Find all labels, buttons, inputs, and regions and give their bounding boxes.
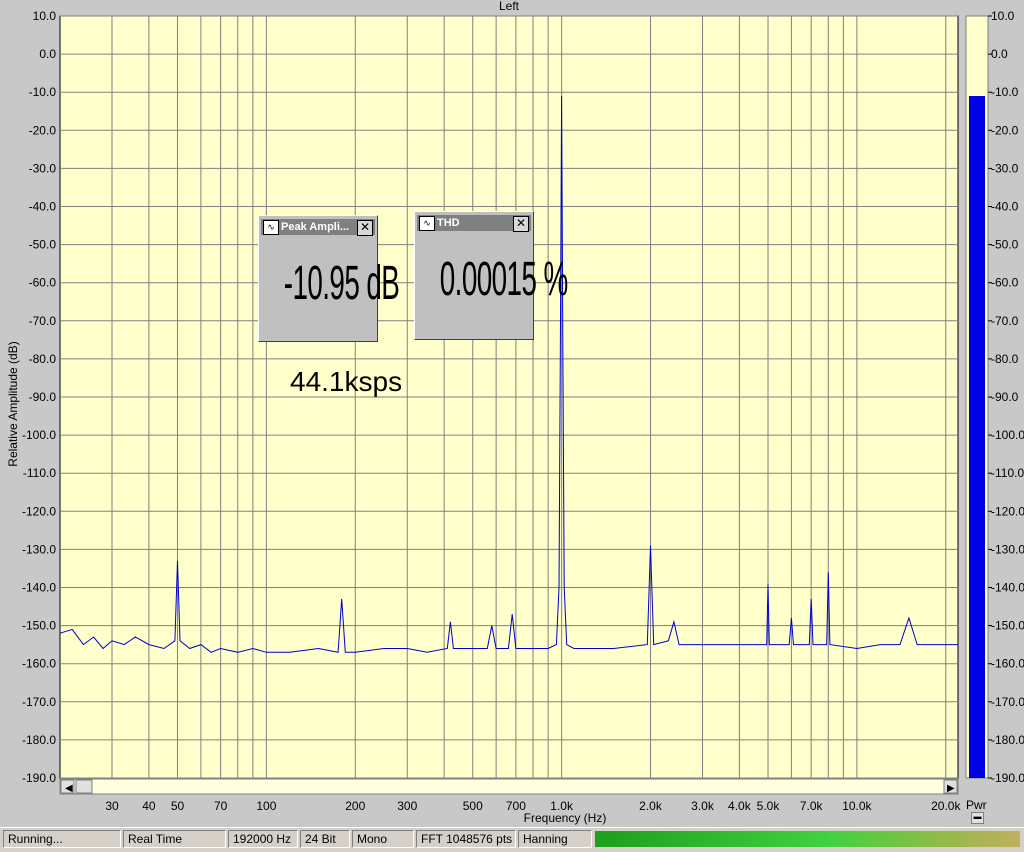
thd-meter-value: 0.00015 % <box>439 253 568 306</box>
spectrum-plot[interactable]: 10.0 10.0 0.0 0.0 -10.0 -10.0 -20.0 -20.0 -30.0 -… <box>0 0 1024 827</box>
y-tick-label: -190.0 <box>22 771 56 785</box>
thd-meter[interactable]: ∿ THD ✕ 0.00015 % <box>414 211 568 340</box>
status-channels: Mono <box>352 830 414 848</box>
x-tick-label: 200 <box>345 799 365 813</box>
x-tick-label: 20.0k <box>931 799 961 813</box>
close-icon[interactable]: ✕ <box>513 216 529 232</box>
x-tick-label: 4.0k <box>728 799 752 813</box>
x-axis-label: Frequency (Hz) <box>524 811 607 825</box>
y-tick-label: -160.0 <box>22 657 56 671</box>
y-tick-label: -80.0 <box>29 352 57 366</box>
status-fft-size: FFT 1048576 pts <box>416 830 516 848</box>
right-tick-label: -190.0 <box>991 771 1024 785</box>
right-tick-label: -180.0 <box>991 733 1024 747</box>
x-tick-label: 70 <box>214 799 228 813</box>
y-tick-label: -120.0 <box>22 504 56 518</box>
y-tick-label: -100.0 <box>22 428 56 442</box>
right-tick-label: -130.0 <box>991 542 1024 556</box>
right-tick-label: -80.0 <box>991 352 1019 366</box>
right-tick-label: -70.0 <box>991 314 1019 328</box>
status-bar: Running... Real Time 192000 Hz 24 Bit Mo… <box>0 827 1024 852</box>
right-tick-label: -150.0 <box>991 619 1024 633</box>
right-tick-label: -120.0 <box>991 504 1024 518</box>
y-tick-label: -140.0 <box>22 581 56 595</box>
peak-meter-title: Peak Ampli... <box>281 221 350 233</box>
scrollbar-thumb <box>75 779 93 794</box>
x-tick-label: 40 <box>142 799 156 813</box>
right-tick-label: 10.0 <box>991 9 1015 23</box>
waveform-icon: ∿ <box>419 216 435 231</box>
status-sample-rate: 192000 Hz <box>228 830 298 848</box>
x-tick-label: 7.0k <box>800 799 824 813</box>
x-tick-label: 100 <box>256 799 276 813</box>
peak-meter-titlebar[interactable]: ∿ Peak Ampli... ✕ <box>261 219 375 236</box>
horizontal-scrollbar <box>59 778 959 795</box>
status-window-function: Hanning <box>518 830 592 848</box>
y-tick-label: -40.0 <box>29 200 57 214</box>
x-tick-label: 300 <box>397 799 417 813</box>
y-tick-label: -10.0 <box>29 85 57 99</box>
y-tick-label: -30.0 <box>29 161 57 175</box>
right-tick-label: -160.0 <box>991 657 1024 671</box>
y-tick-label: -180.0 <box>22 733 56 747</box>
y-tick-label: -70.0 <box>29 314 57 328</box>
x-tick-label: 2.0k <box>639 799 663 813</box>
thd-meter-titlebar[interactable]: ∿ THD ✕ <box>417 215 531 232</box>
y-tick-label: -50.0 <box>29 238 57 252</box>
x-tick-label: 500 <box>463 799 483 813</box>
x-tick-label: 5.0k <box>757 799 781 813</box>
y-tick-label: 0.0 <box>39 47 56 61</box>
peak-meter-value: -10.95 dB <box>283 257 400 310</box>
y-tick-label: -90.0 <box>29 390 57 404</box>
scroll-right-icon: ▶ <box>947 783 955 794</box>
input-level-meter <box>595 831 1020 847</box>
right-tick-label: 0.0 <box>991 47 1008 61</box>
x-tick-label: 30 <box>105 799 119 813</box>
scroll-left-icon: ◀ <box>65 783 73 794</box>
right-tick-label: -10.0 <box>991 85 1019 99</box>
x-tick-label: 50 <box>171 799 185 813</box>
waveform-icon: ∿ <box>263 220 279 235</box>
y-tick-label: -110.0 <box>23 466 56 480</box>
right-tick-label: -100.0 <box>991 428 1024 442</box>
right-tick-label: -20.0 <box>991 123 1019 137</box>
right-tick-label: -50.0 <box>991 238 1019 252</box>
y-tick-label: 10.0 <box>33 9 57 23</box>
sample-rate-annotation: 44.1ksps <box>290 366 403 397</box>
right-tick-label: -140.0 <box>991 581 1024 595</box>
y-tick-label: -130.0 <box>22 542 56 556</box>
right-tick-label: -60.0 <box>991 276 1019 290</box>
y-tick-label: -170.0 <box>22 695 56 709</box>
status-state: Running... <box>3 830 121 848</box>
power-bar-fill <box>969 96 985 778</box>
x-tick-label: 10.0k <box>842 799 872 813</box>
right-tick-label: -90.0 <box>991 390 1019 404</box>
right-tick-label: -170.0 <box>991 695 1024 709</box>
spectrum-analyzer-window: Left Relative Amplitude (dB) 10.0 10.0 0.0… <box>0 0 1024 852</box>
peak-amplitude-meter[interactable]: ∿ Peak Ampli... ✕ -10.95 dB <box>258 215 400 342</box>
x-tick-label: 3.0k <box>691 799 715 813</box>
power-label: Pwr <box>966 798 987 812</box>
y-tick-label: -20.0 <box>29 123 57 137</box>
right-tick-label: -40.0 <box>991 200 1019 214</box>
status-bit-depth: 24 Bit <box>300 830 350 848</box>
y-tick-label: -60.0 <box>29 276 57 290</box>
right-tick-label: -30.0 <box>991 161 1019 175</box>
thd-meter-title: THD <box>437 217 460 229</box>
right-tick-label: -110.0 <box>991 466 1024 480</box>
close-icon[interactable]: ✕ <box>357 220 373 236</box>
y-tick-label: -150.0 <box>22 619 56 633</box>
status-mode: Real Time <box>123 830 226 848</box>
power-options-button[interactable]: ▬ <box>971 812 984 824</box>
